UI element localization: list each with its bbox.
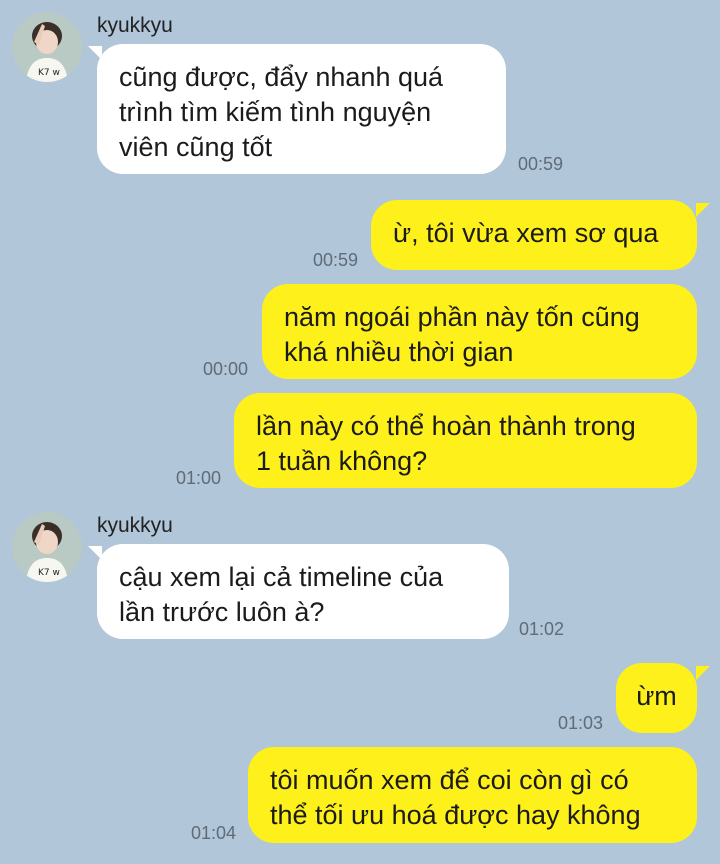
bubble-tail (696, 203, 710, 217)
message-timestamp: 01:02 (519, 619, 565, 639)
message-timestamp: 00:59 (313, 250, 359, 270)
message-bubble-outgoing[interactable]: lần này có thể hoàn thành trong 1 tuần k… (234, 393, 697, 488)
message-bubble-outgoing[interactable]: năm ngoái phần này tốn cũng khá nhiều th… (262, 284, 697, 379)
message-bubble-outgoing[interactable]: ừm (616, 663, 697, 733)
message-bubble-incoming[interactable]: cũng được, đẩy nhanh quá trình tìm kiếm … (97, 44, 506, 174)
message-bubble-outgoing[interactable]: ừ, tôi vừa xem sơ qua (371, 200, 697, 270)
message-bubble-incoming[interactable]: cậu xem lại cả timeline của lần trước lu… (97, 544, 509, 639)
svg-text:K7 w: K7 w (38, 568, 60, 578)
message-timestamp: 01:03 (558, 713, 604, 733)
message-timestamp: 01:00 (176, 468, 222, 488)
svg-text:K7 w: K7 w (38, 68, 60, 78)
message-timestamp: 00:59 (518, 154, 564, 174)
sender-name: kyukkyu (97, 514, 173, 537)
bubble-tail (696, 666, 710, 680)
message-timestamp: 00:00 (203, 359, 249, 379)
sender-avatar[interactable]: K7 w (12, 12, 82, 82)
chat-message-list[interactable]: K7 w kyukkyu cũng được, đẩy nhanh quá tr… (0, 0, 720, 864)
message-timestamp: 01:04 (191, 823, 237, 843)
sender-avatar[interactable]: K7 w (12, 512, 82, 582)
message-bubble-outgoing[interactable]: tôi muốn xem để coi còn gì có thể tối ưu… (248, 747, 697, 843)
sender-name: kyukkyu (97, 14, 173, 37)
